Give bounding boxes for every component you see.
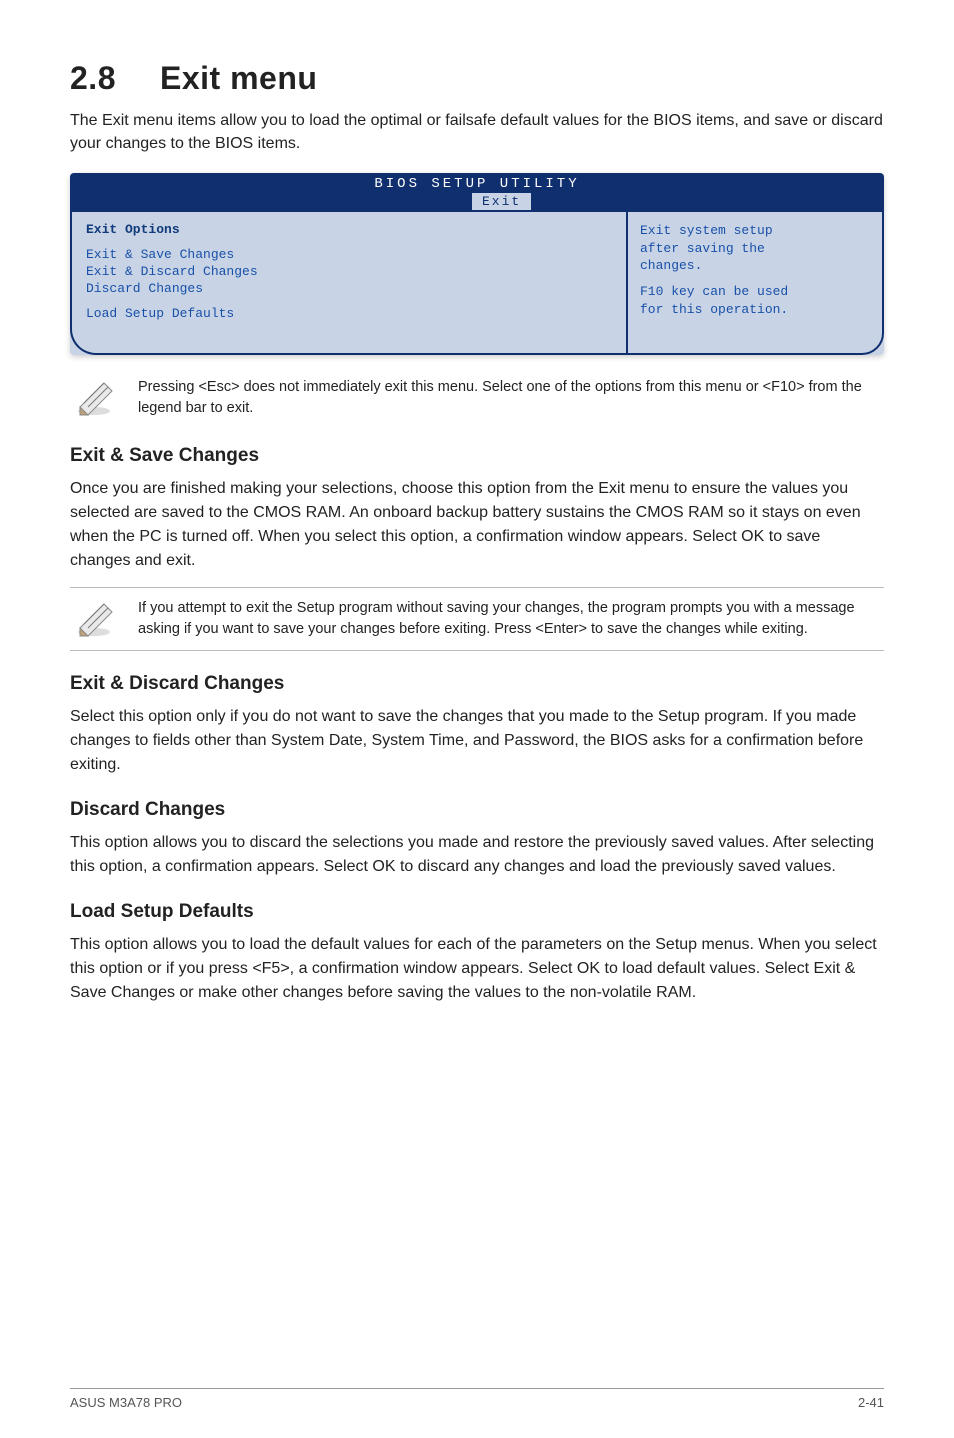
page-footer: ASUS M3A78 PRO 2-41: [70, 1388, 884, 1410]
bios-item-discard[interactable]: Discard Changes: [86, 281, 612, 296]
intro-paragraph: The Exit menu items allow you to load th…: [70, 109, 884, 155]
bios-panel: BIOS SETUP UTILITY Exit Exit Options Exi…: [70, 173, 884, 355]
bios-item-exit-discard[interactable]: Exit & Discard Changes: [86, 264, 612, 279]
bios-help-line: after saving the: [640, 240, 870, 258]
bios-item-load-defaults[interactable]: Load Setup Defaults: [86, 306, 612, 321]
bios-help-line: Exit system setup: [640, 222, 870, 240]
bios-body: Exit Options Exit & Save Changes Exit & …: [70, 210, 884, 355]
bios-help-spacer: [640, 275, 870, 283]
para-exit-discard: Select this option only if you do not wa…: [70, 705, 884, 777]
heading-discard: Discard Changes: [70, 799, 884, 821]
section-heading: 2.8Exit menu: [70, 60, 884, 97]
bios-item-exit-save[interactable]: Exit & Save Changes: [86, 247, 612, 262]
section-title: Exit menu: [160, 60, 317, 96]
pencil-icon: [74, 598, 120, 638]
heading-exit-save: Exit & Save Changes: [70, 445, 884, 467]
section-number: 2.8: [70, 60, 160, 97]
bios-help-line: F10 key can be used: [640, 283, 870, 301]
bios-help-pane: Exit system setup after saving the chang…: [626, 210, 884, 355]
bios-help-line: for this operation.: [640, 301, 870, 319]
heading-load-defaults: Load Setup Defaults: [70, 901, 884, 923]
note-esc: Pressing <Esc> does not immediately exit…: [70, 373, 884, 423]
para-load-defaults: This option allows you to load the defau…: [70, 933, 884, 1005]
bios-utility-title: BIOS SETUP UTILITY: [70, 176, 884, 192]
bios-help-line: changes.: [640, 257, 870, 275]
bios-titlebar: BIOS SETUP UTILITY Exit: [70, 173, 884, 210]
pencil-icon: [74, 377, 120, 417]
para-discard: This option allows you to discard the se…: [70, 831, 884, 879]
note-save-prompt-text: If you attempt to exit the Setup program…: [138, 598, 880, 640]
bios-left-pane: Exit Options Exit & Save Changes Exit & …: [70, 210, 626, 355]
bios-left-header: Exit Options: [86, 222, 612, 237]
page: 2.8Exit menu The Exit menu items allow y…: [0, 0, 954, 1438]
footer-right: 2-41: [858, 1395, 884, 1410]
footer-left: ASUS M3A78 PRO: [70, 1395, 182, 1410]
para-exit-save: Once you are finished making your select…: [70, 477, 884, 573]
bios-tab-exit[interactable]: Exit: [472, 193, 531, 210]
note-save-prompt: If you attempt to exit the Setup program…: [70, 587, 884, 651]
heading-exit-discard: Exit & Discard Changes: [70, 673, 884, 695]
note-esc-text: Pressing <Esc> does not immediately exit…: [138, 377, 880, 419]
